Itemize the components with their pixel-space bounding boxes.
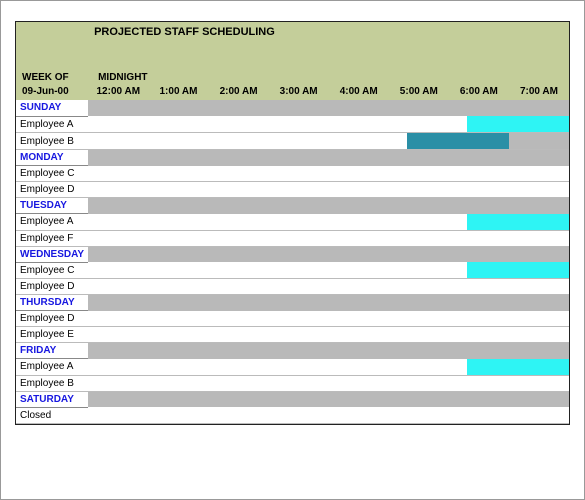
time-header-row: 09-Jun-00 12:00 AM1:00 AM2:00 AM3:00 AM4…	[16, 84, 569, 100]
time-header: 1:00 AM	[148, 84, 208, 100]
schedule-bar	[88, 214, 467, 230]
day-row: FRIDAY	[16, 343, 569, 359]
schedule-cell	[88, 327, 569, 343]
employee-row: Employee C	[16, 166, 569, 182]
day-label: SATURDAY	[16, 391, 88, 407]
day-label: TUESDAY	[16, 198, 88, 214]
weekof-value: 09-Jun-00	[16, 84, 88, 100]
schedule-cell	[88, 182, 569, 198]
schedule-cell	[88, 375, 569, 391]
employee-row: Closed	[16, 407, 569, 423]
employee-row: Employee B	[16, 133, 569, 150]
day-row: WEDNESDAY	[16, 246, 569, 262]
schedule-cell	[88, 279, 569, 295]
employee-label: Employee B	[16, 375, 88, 391]
employee-row: Employee F	[16, 230, 569, 246]
employee-label: Employee C	[16, 262, 88, 279]
day-label: MONDAY	[16, 150, 88, 166]
schedule-cell	[88, 359, 569, 376]
employee-label: Employee F	[16, 230, 88, 246]
employee-label: Employee A	[16, 116, 88, 133]
day-bar	[88, 343, 569, 359]
time-header: 12:00 AM	[88, 84, 148, 100]
day-label: THURSDAY	[16, 295, 88, 311]
midnight-label: MIDNIGHT	[88, 70, 569, 84]
schedule-table: PROJECTED STAFF SCHEDULING WEEK OF MIDNI…	[16, 22, 569, 424]
schedule-bar	[467, 359, 569, 375]
day-label: WEDNESDAY	[16, 246, 88, 262]
day-bar	[88, 391, 569, 407]
schedule-cell	[88, 116, 569, 133]
day-label: SUNDAY	[16, 100, 88, 116]
employee-label: Employee A	[16, 214, 88, 231]
employee-row: Employee B	[16, 375, 569, 391]
day-bar	[88, 246, 569, 262]
employee-row: Employee A	[16, 359, 569, 376]
schedule-cell	[88, 407, 569, 423]
schedule-cell	[88, 230, 569, 246]
time-header: 5:00 AM	[389, 84, 449, 100]
schedule-bar	[467, 116, 569, 132]
employee-label: Employee D	[16, 182, 88, 198]
day-bar	[88, 100, 569, 116]
employee-row: Employee D	[16, 182, 569, 198]
employee-label: Employee A	[16, 359, 88, 376]
schedule-cell	[88, 214, 569, 231]
title-row: PROJECTED STAFF SCHEDULING	[16, 22, 569, 40]
schedule-bar	[509, 133, 569, 149]
schedule-bar	[88, 133, 407, 149]
schedule-cell	[88, 166, 569, 182]
schedule-cell	[88, 262, 569, 279]
schedule-bar	[467, 262, 569, 278]
weekof-label: WEEK OF	[16, 70, 88, 84]
day-label: FRIDAY	[16, 343, 88, 359]
label-row: WEEK OF MIDNIGHT	[16, 70, 569, 84]
day-row: SATURDAY	[16, 391, 569, 407]
schedule-bar	[88, 116, 467, 132]
sheet-title: PROJECTED STAFF SCHEDULING	[88, 22, 569, 40]
day-row: MONDAY	[16, 150, 569, 166]
day-bar	[88, 198, 569, 214]
schedule-bar	[88, 262, 467, 278]
employee-row: Employee D	[16, 311, 569, 327]
employee-label: Employee D	[16, 279, 88, 295]
page: PROJECTED STAFF SCHEDULING WEEK OF MIDNI…	[0, 0, 585, 500]
time-header: 3:00 AM	[269, 84, 329, 100]
employee-row: Employee A	[16, 214, 569, 231]
employee-label: Employee C	[16, 166, 88, 182]
schedule-cell	[88, 133, 569, 150]
schedule-bar	[467, 214, 569, 230]
time-header: 7:00 AM	[509, 84, 569, 100]
employee-label: Employee E	[16, 327, 88, 343]
day-bar	[88, 295, 569, 311]
employee-label: Closed	[16, 407, 88, 423]
schedule-bar	[88, 359, 467, 375]
day-row: SUNDAY	[16, 100, 569, 116]
day-bar	[88, 150, 569, 166]
employee-row: Employee D	[16, 279, 569, 295]
time-header: 4:00 AM	[329, 84, 389, 100]
time-header: 6:00 AM	[449, 84, 509, 100]
schedule-sheet: PROJECTED STAFF SCHEDULING WEEK OF MIDNI…	[15, 21, 570, 425]
employee-label: Employee B	[16, 133, 88, 150]
schedule-bar	[407, 133, 509, 149]
day-row: TUESDAY	[16, 198, 569, 214]
schedule-cell	[88, 311, 569, 327]
employee-row: Employee A	[16, 116, 569, 133]
day-row: THURSDAY	[16, 295, 569, 311]
employee-label: Employee D	[16, 311, 88, 327]
time-header: 2:00 AM	[209, 84, 269, 100]
employee-row: Employee C	[16, 262, 569, 279]
employee-row: Employee E	[16, 327, 569, 343]
